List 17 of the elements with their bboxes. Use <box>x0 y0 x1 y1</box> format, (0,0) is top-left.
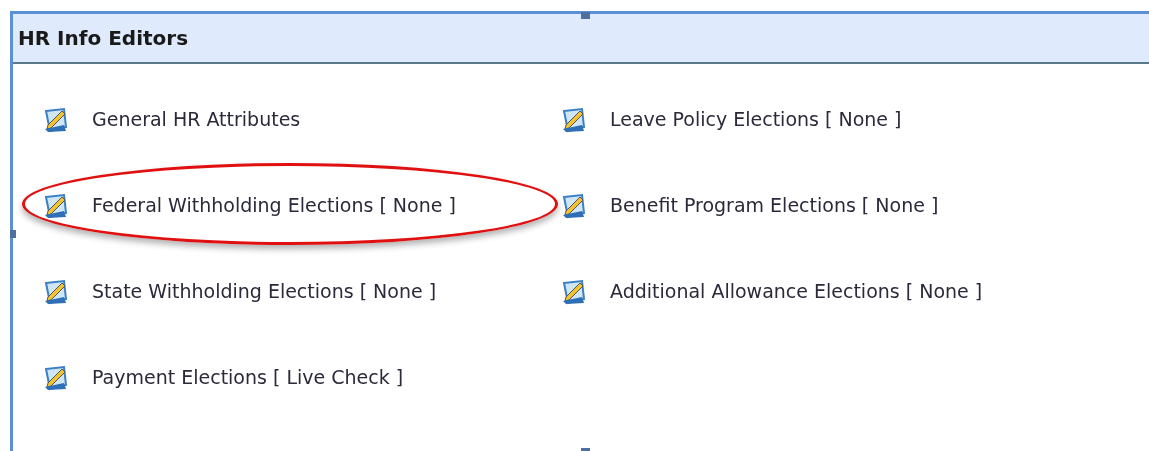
editor-link[interactable]: Federal Withholding Elections [ None ] <box>92 190 456 220</box>
editor-link[interactable]: Payment Elections [ Live Check ] <box>92 362 404 392</box>
edit-icon <box>42 277 70 305</box>
edit-icon <box>560 277 588 305</box>
edit-icon <box>560 191 588 219</box>
resize-handle[interactable] <box>10 230 16 238</box>
editor-link[interactable]: State Withholding Elections [ None ] <box>92 276 437 306</box>
editor-link[interactable]: Additional Allowance Elections [ None ] <box>610 276 983 306</box>
editor-link[interactable]: General HR Attributes <box>92 104 301 134</box>
edit-icon <box>42 363 70 391</box>
edit-icon <box>42 191 70 219</box>
edit-icon <box>42 105 70 133</box>
edit-icon <box>560 105 588 133</box>
editor-link[interactable]: Leave Policy Elections [ None ] <box>610 104 902 134</box>
editor-link[interactable]: Benefit Program Elections [ None ] <box>610 190 939 220</box>
resize-handle[interactable] <box>581 12 590 19</box>
panel-title: HR Info Editors <box>18 25 189 52</box>
